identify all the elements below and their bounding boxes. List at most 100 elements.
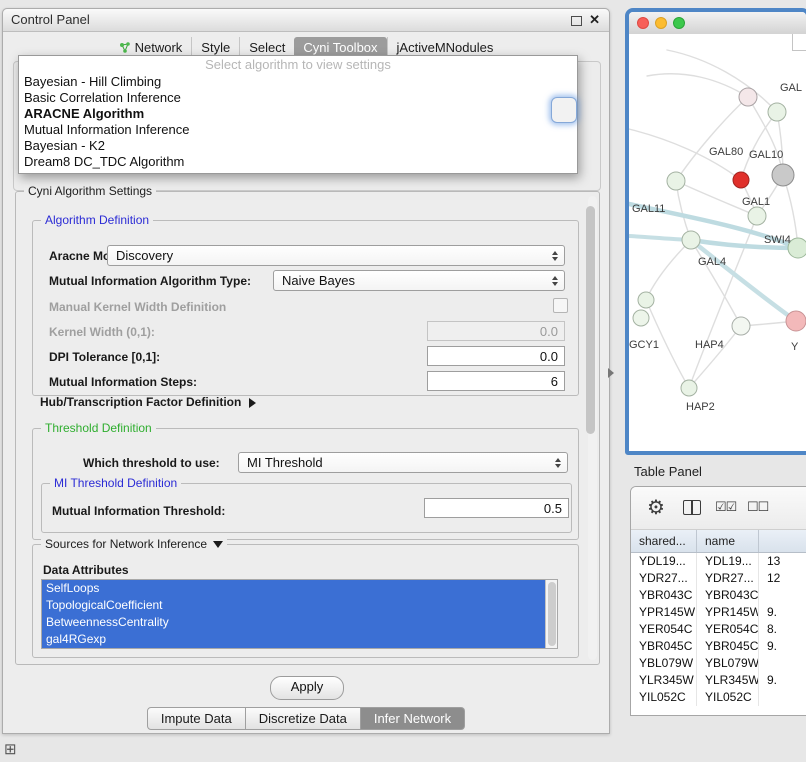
settings-scrollbar-thumb[interactable] — [586, 206, 595, 434]
minimize-traffic-light[interactable] — [655, 17, 667, 29]
deselect-all-icon[interactable]: ☐☐ — [747, 499, 768, 515]
canvas-scroll-corner — [792, 34, 806, 51]
table-row[interactable]: YPR145WYPR145W9. — [631, 604, 806, 621]
network-graph: GALGAL80GAL10GAL11GAL1SWI4GAL4GCY1HAP4YH… — [629, 34, 806, 451]
table-row[interactable]: YDR27...YDR27...12 — [631, 570, 806, 587]
aracne-mode-select[interactable]: Discovery — [107, 245, 565, 266]
threshold-definition-group: Threshold Definition Which threshold to … — [32, 428, 579, 540]
apply-button[interactable]: Apply — [270, 676, 344, 700]
table-cell: YDL19... — [631, 553, 697, 570]
window-grip-icon[interactable]: ⊞ — [4, 740, 17, 758]
table-cell: YDR27... — [697, 570, 759, 587]
gear-icon[interactable]: ⚙ — [647, 495, 665, 520]
graph-node[interactable] — [733, 172, 749, 188]
graph-node[interactable] — [748, 207, 766, 225]
graph-node[interactable] — [768, 103, 786, 121]
attribute-list-item[interactable]: gal4RGexp — [42, 631, 546, 648]
graph-node[interactable] — [772, 164, 794, 186]
settings-scrollbar[interactable] — [588, 196, 597, 660]
table-cell: YBR045C — [631, 638, 697, 655]
dpi-tolerance-field[interactable]: 0.0 — [427, 346, 565, 366]
which-threshold-select[interactable]: MI Threshold — [238, 452, 568, 473]
column-header[interactable]: shared... — [631, 530, 697, 552]
combo-value: Naive Bayes — [282, 273, 355, 288]
table-row[interactable]: YBL079WYBL079W — [631, 655, 806, 672]
graph-edge — [646, 240, 691, 300]
group-title: Threshold Definition — [41, 421, 156, 435]
table-row[interactable]: YIL052CYIL052C — [631, 689, 806, 706]
graph-node[interactable] — [786, 311, 806, 331]
spinner-arrows-icon — [552, 271, 558, 290]
refresh-button[interactable] — [551, 97, 577, 123]
zoom-traffic-light[interactable] — [673, 17, 685, 29]
bottom-tab-impute-data[interactable]: Impute Data — [147, 707, 246, 730]
select-all-icon[interactable]: ☑☑ — [715, 499, 736, 515]
table-row[interactable]: YBR045CYBR045C9. — [631, 638, 806, 655]
manual-kernel-checkbox[interactable] — [553, 298, 568, 313]
node-label: SWI4 — [764, 234, 791, 246]
bottom-tab-infer-network[interactable]: Infer Network — [361, 707, 465, 730]
attribute-list-item[interactable]: TopologicalCoefficient — [42, 597, 546, 614]
column-header[interactable] — [759, 530, 806, 552]
graph-node[interactable] — [681, 380, 697, 396]
table-row[interactable]: YLR345WYLR345W9. — [631, 672, 806, 689]
field-value: 0.0 — [540, 324, 558, 339]
collapse-caret-icon — [213, 541, 223, 548]
close-traffic-light[interactable] — [637, 17, 649, 29]
dropdown-item[interactable]: Bayesian - Hill Climbing — [19, 74, 577, 90]
node-label: HAP4 — [695, 339, 724, 351]
attribute-list-item[interactable]: SelfLoops — [42, 580, 546, 597]
mi-steps-field[interactable]: 6 — [427, 371, 565, 391]
graph-edge — [741, 112, 777, 180]
dropdown-item[interactable]: Mutual Information Inference — [19, 122, 577, 138]
table-row[interactable]: YBR043CYBR043C — [631, 587, 806, 604]
field-value: 6 — [551, 374, 558, 389]
table-cell: YBL079W — [631, 655, 697, 672]
columns-icon[interactable] — [683, 500, 701, 515]
graph-node[interactable] — [667, 172, 685, 190]
graph-node[interactable] — [638, 292, 654, 308]
attribute-list-item[interactable]: BetweennessCentrality — [42, 614, 546, 631]
graph-node[interactable] — [739, 88, 757, 106]
table-cell: YDR27... — [631, 570, 697, 587]
network-window-titlebar — [629, 12, 806, 35]
close-icon[interactable]: ✕ — [589, 12, 600, 28]
table-cell: 9. — [759, 604, 806, 621]
table-cell: YDL19... — [697, 553, 759, 570]
attributes-list[interactable]: SelfLoopsTopologicalCoefficientBetweenne… — [41, 579, 558, 649]
mi-steps-label: Mutual Information Steps: — [49, 375, 197, 389]
field-value: 0.5 — [544, 501, 562, 516]
list-scrollbar[interactable] — [545, 580, 557, 648]
kernel-width-label: Kernel Width (0,1): — [49, 325, 155, 339]
table-cell: YBL079W — [697, 655, 759, 672]
dropdown-item[interactable]: Dream8 DC_TDC Algorithm — [19, 154, 577, 170]
column-header[interactable]: name — [697, 530, 759, 552]
combo-value: Discovery — [116, 248, 173, 263]
table-row[interactable]: YER054CYER054C8. — [631, 621, 806, 638]
dropdown-items: Bayesian - Hill ClimbingBasic Correlatio… — [19, 74, 577, 170]
dropdown-item[interactable]: Bayesian - K2 — [19, 138, 577, 154]
float-window-icon[interactable] — [571, 16, 582, 26]
graph-node[interactable] — [633, 310, 649, 326]
list-scrollbar-thumb[interactable] — [548, 582, 556, 646]
table-cell: YIL052C — [631, 689, 697, 706]
sources-toggle[interactable]: Sources for Network Inference — [41, 537, 227, 551]
hub-definition-toggle[interactable]: Hub/Transcription Factor Definition — [40, 395, 256, 409]
table-cell — [759, 587, 806, 604]
graph-node[interactable] — [732, 317, 750, 335]
mi-threshold-field[interactable]: 0.5 — [424, 498, 569, 518]
splitter-collapse-icon[interactable] — [608, 368, 614, 378]
mi-type-label: Mutual Information Algorithm Type: — [49, 274, 251, 288]
data-attributes-label: Data Attributes — [43, 563, 129, 577]
dropdown-item[interactable]: Basic Correlation Inference — [19, 90, 577, 106]
dropdown-item[interactable]: ARACNE Algorithm — [19, 106, 577, 122]
graph-node[interactable] — [682, 231, 700, 249]
group-title: MI Threshold Definition — [50, 476, 181, 490]
mi-type-select[interactable]: Naive Bayes — [273, 270, 565, 291]
network-view-window: GALGAL80GAL10GAL11GAL1SWI4GAL4GCY1HAP4YH… — [625, 8, 806, 455]
network-canvas[interactable]: GALGAL80GAL10GAL11GAL1SWI4GAL4GCY1HAP4YH… — [629, 34, 806, 451]
tab-label: Select — [249, 40, 285, 55]
node-label: GCY1 — [629, 339, 659, 351]
bottom-tab-discretize-data[interactable]: Discretize Data — [246, 707, 361, 730]
table-row[interactable]: YDL19...YDL19...13 — [631, 553, 806, 570]
